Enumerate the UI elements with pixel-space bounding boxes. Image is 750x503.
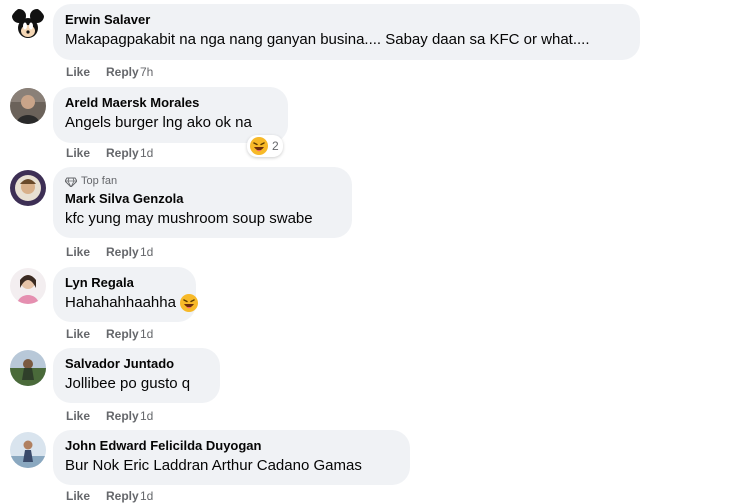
laughing-emoji-icon bbox=[179, 294, 198, 313]
comment-text: kfc yung may mushroom soup swabe bbox=[65, 210, 313, 227]
comment-actions: Like Reply 1d bbox=[66, 146, 153, 160]
person-avatar-icon bbox=[10, 268, 46, 304]
commenter-name[interactable]: Lyn Regala bbox=[65, 274, 184, 291]
comment-bubble: Salvador Juntado Jollibee po gusto q bbox=[53, 348, 220, 403]
top-fan-label: Top fan bbox=[81, 175, 118, 187]
comment-actions: Like Reply 7h bbox=[66, 65, 153, 79]
comment-text: Angels burger lng ako ok na bbox=[65, 114, 252, 131]
reply-button[interactable]: Reply bbox=[106, 245, 142, 259]
comment-text-content: Hahahahhaahha bbox=[65, 294, 176, 311]
person-avatar-icon bbox=[10, 170, 46, 206]
comment-actions: Like Reply 1d bbox=[66, 409, 153, 423]
comment-timestamp[interactable]: 7h bbox=[140, 65, 153, 79]
reply-button[interactable]: Reply bbox=[106, 65, 142, 79]
like-button[interactable]: Like bbox=[66, 409, 106, 423]
reaction-count: 2 bbox=[272, 139, 279, 153]
comment-actions: Like Reply 1d bbox=[66, 245, 153, 259]
comment-bubble: Erwin Salaver Makapagpakabit na nga nang… bbox=[53, 4, 640, 60]
top-fan-badge: Top fan bbox=[65, 175, 340, 188]
comment-timestamp[interactable]: 1d bbox=[140, 489, 153, 503]
comment-timestamp[interactable]: 1d bbox=[140, 409, 153, 423]
comment-text: Jollibee po gusto q bbox=[65, 375, 191, 392]
reply-button[interactable]: Reply bbox=[106, 489, 142, 503]
person-avatar-icon bbox=[10, 88, 46, 124]
commenter-name[interactable]: Areld Maersk Morales bbox=[65, 94, 276, 111]
reply-button[interactable]: Reply bbox=[106, 409, 142, 423]
comment-text: Bur Nok Eric Laddran Arthur Cadano Gamas bbox=[65, 457, 362, 474]
commenter-name[interactable]: Salvador Juntado bbox=[65, 355, 208, 372]
cartoon-mouse-avatar-icon bbox=[10, 6, 46, 42]
like-button[interactable]: Like bbox=[66, 327, 106, 341]
like-button[interactable]: Like bbox=[66, 489, 106, 503]
person-avatar-icon bbox=[10, 350, 46, 386]
commenter-name[interactable]: Mark Silva Genzola bbox=[65, 190, 340, 207]
comment-bubble: Lyn Regala Hahahahhaahha bbox=[53, 267, 198, 322]
comment-bubble: Top fan Mark Silva Genzola kfc yung may … bbox=[53, 167, 352, 238]
comment-text: Makapagpakabit na nga nang ganyan busina… bbox=[65, 31, 590, 48]
laughing-emoji-icon bbox=[250, 137, 268, 155]
avatar[interactable] bbox=[10, 350, 46, 386]
reaction-count-badge[interactable]: 2 bbox=[247, 135, 283, 157]
commenter-name[interactable]: Erwin Salaver bbox=[65, 11, 628, 28]
avatar[interactable] bbox=[10, 170, 46, 206]
avatar[interactable] bbox=[10, 432, 46, 468]
comment-actions: Like Reply 1d bbox=[66, 489, 153, 503]
diamond-icon bbox=[65, 177, 77, 187]
comment-timestamp[interactable]: 1d bbox=[140, 327, 153, 341]
comment-actions: Like Reply 1d bbox=[66, 327, 153, 341]
commenter-name[interactable]: John Edward Felicilda Duyogan bbox=[65, 437, 398, 454]
avatar[interactable] bbox=[10, 268, 46, 304]
comment-bubble: John Edward Felicilda Duyogan Bur Nok Er… bbox=[53, 430, 410, 485]
reply-button[interactable]: Reply bbox=[106, 146, 142, 160]
avatar[interactable] bbox=[10, 6, 46, 42]
person-avatar-icon bbox=[10, 432, 46, 468]
comment-timestamp[interactable]: 1d bbox=[140, 146, 153, 160]
avatar[interactable] bbox=[10, 88, 46, 124]
like-button[interactable]: Like bbox=[66, 146, 106, 160]
reply-button[interactable]: Reply bbox=[106, 327, 142, 341]
like-button[interactable]: Like bbox=[66, 245, 106, 259]
comment-timestamp[interactable]: 1d bbox=[140, 245, 153, 259]
like-button[interactable]: Like bbox=[66, 65, 106, 79]
comment-text: Hahahahhaahha bbox=[65, 293, 198, 313]
